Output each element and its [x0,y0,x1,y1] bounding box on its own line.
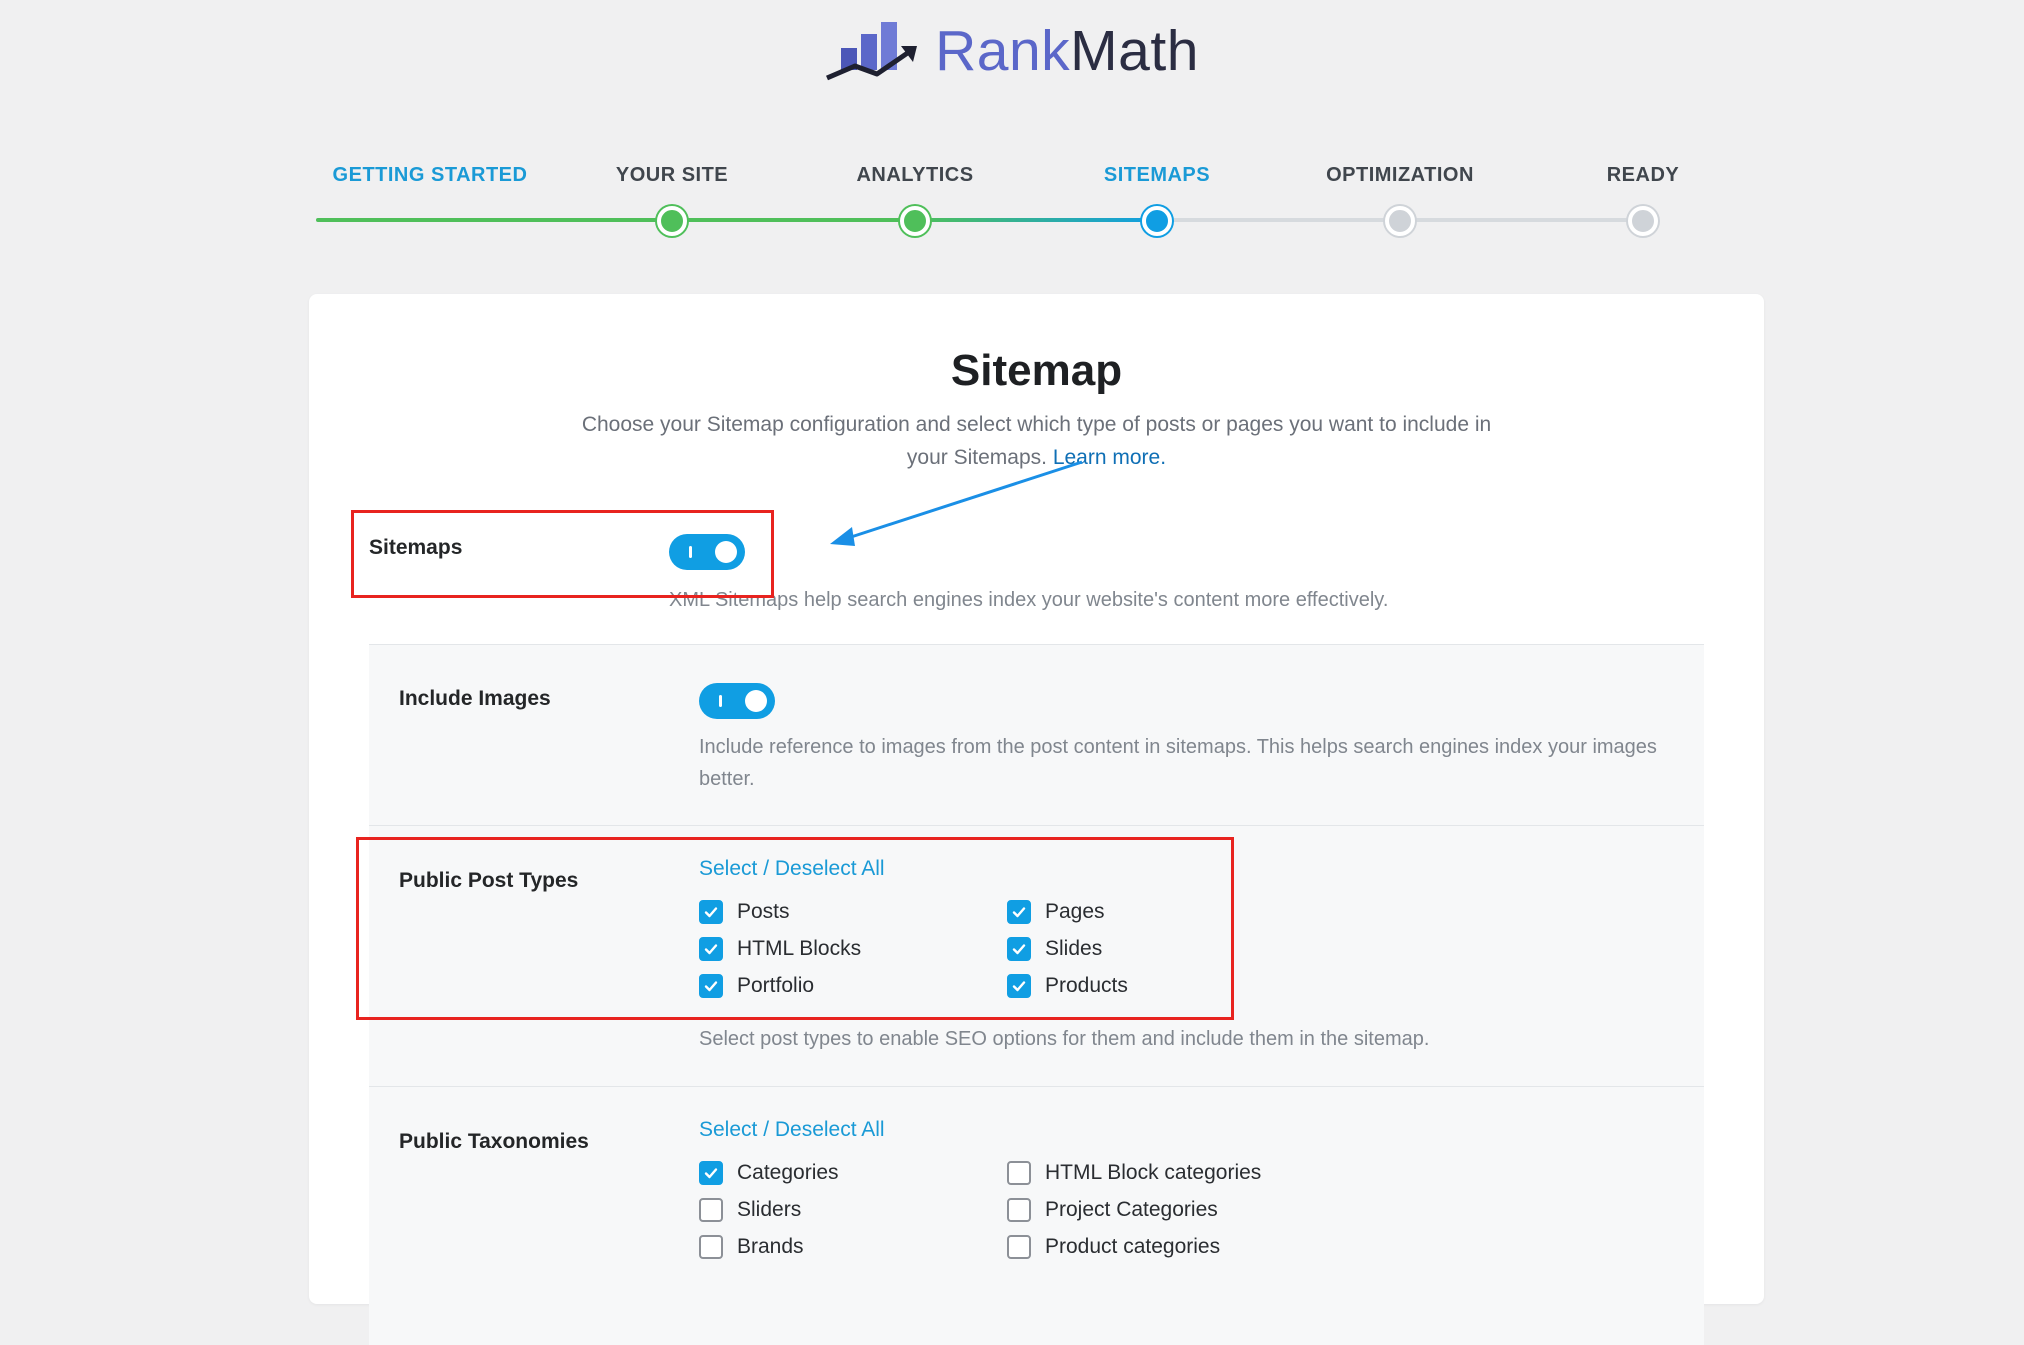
setup-wizard-steps: GETTING STARTED YOUR SITE ANALYTICS SITE… [0,152,2024,252]
step-sitemaps[interactable]: SITEMAPS [1104,164,1210,187]
taxonomy-brands-checkbox[interactable]: Brands [699,1235,804,1259]
page-description: Choose your Sitemap configuration and se… [559,408,1514,474]
section-divider [369,1086,1704,1087]
section-divider [369,825,1704,826]
sitemaps-help: XML Sitemaps help search engines index y… [669,589,1389,611]
logo-rank-text: Rank [935,18,1071,83]
checkbox-unchecked-icon [699,1198,723,1222]
logo-math-text: Math [1070,18,1199,83]
post-types-help: Select post types to enable SEO options … [699,1028,1430,1050]
checkbox-unchecked-icon [1007,1198,1031,1222]
taxonomy-label: Brands [737,1235,804,1258]
step-dot-analytics[interactable] [900,206,930,236]
annotation-post-types-highlight [356,837,1234,1020]
step-dot-sitemaps[interactable] [1142,206,1172,236]
taxonomy-label: Product categories [1045,1235,1221,1258]
logo: RankMath [0,16,2024,86]
taxonomy-categories-checkbox[interactable]: Categories [699,1161,839,1185]
taxonomy-label: Project Categories [1045,1198,1218,1221]
rankmath-logo-icon [826,22,918,81]
taxonomy-label: HTML Block categories [1045,1161,1262,1184]
checkbox-unchecked-icon [1007,1161,1031,1185]
sitemap-card: Sitemap Choose your Sitemap configuratio… [309,294,1764,1345]
checkbox-unchecked-icon [699,1235,723,1259]
taxonomy-label: Categories [737,1161,839,1184]
step-dot-your-site[interactable] [657,206,687,236]
taxonomy-product-categories-checkbox[interactable]: Product categories [1007,1235,1220,1259]
description-text: Choose your Sitemap configuration and se… [581,413,1492,469]
step-analytics[interactable]: ANALYTICS [856,164,973,187]
taxonomy-label: Sliders [737,1198,802,1221]
step-ready: READY [1606,164,1680,186]
checkbox-checked-icon [699,1161,723,1185]
annotation-sitemaps-highlight [351,510,774,598]
checkbox-unchecked-icon [1007,1235,1031,1259]
step-your-site[interactable]: YOUR SITE [616,164,728,187]
taxonomy-project-categories-checkbox[interactable]: Project Categories [1007,1198,1218,1222]
taxonomies-select-all-link[interactable]: Select / Deselect All [699,1118,885,1142]
include-images-label: Include Images [399,687,551,710]
taxonomy-sliders-checkbox[interactable]: Sliders [699,1198,801,1222]
taxonomies-label: Public Taxonomies [399,1130,589,1153]
include-images-toggle[interactable] [699,683,775,719]
learn-more-link[interactable]: Learn more. [1053,446,1166,469]
toggle-on-indicator [719,695,722,707]
page-title: Sitemap [950,346,1123,395]
step-dot-ready [1628,206,1658,236]
step-dot-optimization [1385,206,1415,236]
toggle-knob [745,690,767,712]
step-getting-started[interactable]: GETTING STARTED [333,164,528,187]
progress-track-current [916,218,1156,222]
logo-wordmark: RankMath [935,22,1199,80]
include-images-help: Include reference to images from the pos… [699,736,1657,790]
step-optimization: OPTIMIZATION [1326,164,1474,186]
taxonomy-html-block-categories-checkbox[interactable]: HTML Block categories [1007,1161,1261,1185]
